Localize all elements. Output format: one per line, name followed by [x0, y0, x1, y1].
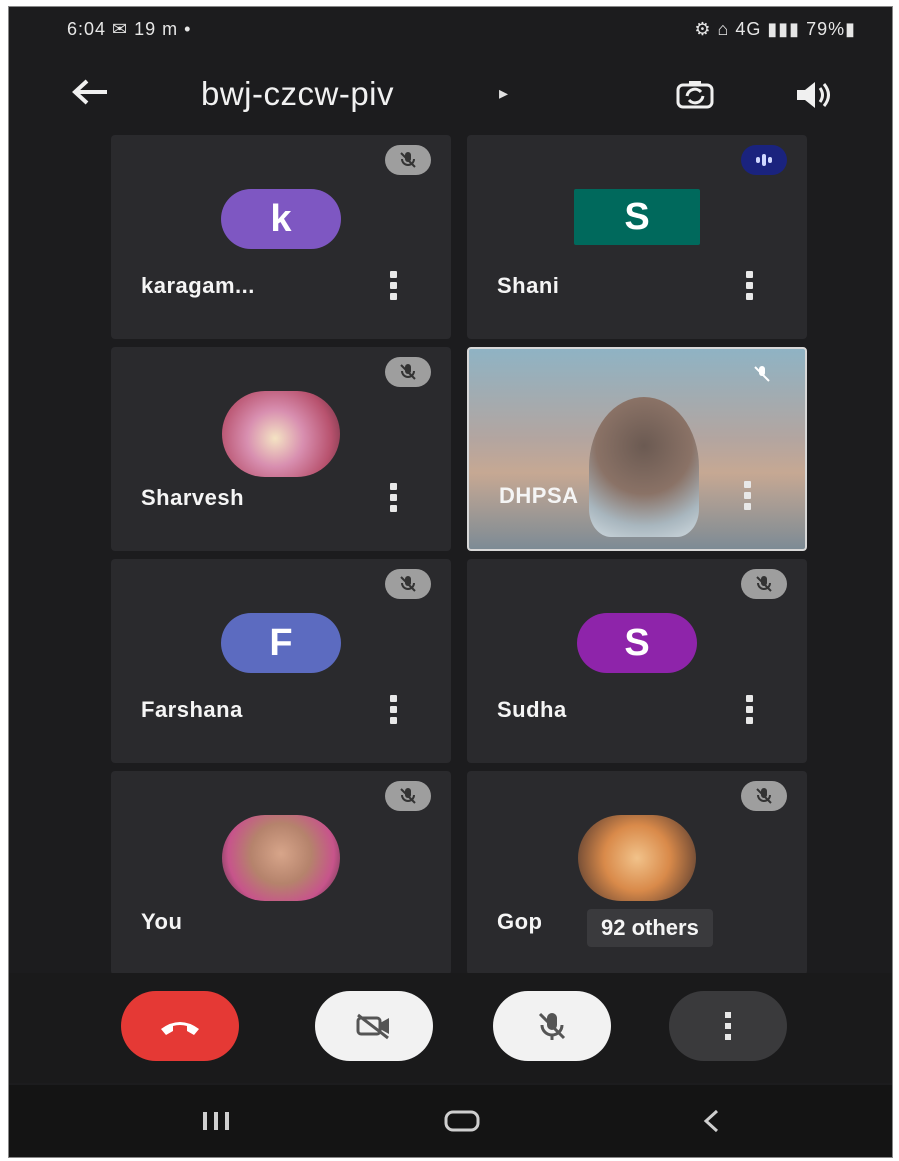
status-indicators: ⚙ ⌂ 4G ▮▮▮ 79%▮	[694, 19, 856, 39]
avatar: S	[574, 189, 700, 245]
mic-muted-icon	[385, 569, 431, 599]
participant-name: You	[141, 909, 183, 934]
system-nav-bar	[9, 1085, 892, 1157]
phone-screen: 6:04 ✉ 19 m • ⚙ ⌂ 4G ▮▮▮ 79%▮ bwj-czcw-p…	[8, 6, 893, 1158]
more-options-icon	[725, 1012, 731, 1040]
mic-muted-icon	[739, 359, 785, 389]
more-vert-icon[interactable]	[383, 477, 403, 517]
participant-name: DHPSA	[499, 483, 579, 508]
speaking-indicator-icon	[741, 145, 787, 175]
more-vert-icon[interactable]	[383, 265, 403, 305]
more-vert-icon[interactable]	[737, 475, 757, 515]
participant-tile-self[interactable]: You	[111, 771, 451, 975]
camera-off-icon	[356, 1013, 389, 1040]
avatar-initial: S	[624, 621, 650, 664]
participant-name: Sudha	[497, 697, 567, 722]
others-count-chip[interactable]: 92 others	[587, 909, 713, 947]
participant-grid: k karagam... S Shani Sharvesh DHPSA F Fa…	[111, 135, 807, 975]
participant-video-feed	[589, 397, 699, 537]
mic-muted-icon	[385, 781, 431, 811]
participant-name: karagam...	[141, 273, 255, 298]
participant-video-tile[interactable]: DHPSA	[467, 347, 807, 551]
mic-toggle-button[interactable]	[493, 991, 611, 1061]
more-vert-icon[interactable]	[739, 689, 759, 729]
status-time: 6:04 ✉ 19 m •	[67, 19, 192, 39]
back-nav-icon[interactable]	[677, 1099, 747, 1143]
avatar-initial: S	[624, 195, 650, 238]
participant-name: Sharvesh	[141, 485, 245, 510]
camera-toggle-button[interactable]	[315, 991, 433, 1061]
mic-muted-icon	[741, 569, 787, 599]
avatar-initial: F	[269, 621, 293, 664]
more-options-button[interactable]	[669, 991, 787, 1061]
profile-photo	[222, 815, 340, 901]
participant-tile[interactable]: S Sudha	[467, 559, 807, 763]
more-vert-icon[interactable]	[739, 265, 759, 305]
meeting-header: bwj-czcw-piv ▸	[9, 63, 892, 129]
participant-tile[interactable]: F Farshana	[111, 559, 451, 763]
participant-tile[interactable]: k karagam...	[111, 135, 451, 339]
participant-tile[interactable]: Gop 92 others	[467, 771, 807, 975]
participant-name: Farshana	[141, 697, 243, 722]
mic-muted-icon	[385, 357, 431, 387]
more-vert-icon[interactable]	[383, 689, 403, 729]
profile-photo	[222, 391, 340, 477]
end-call-button[interactable]	[121, 991, 239, 1061]
mic-muted-icon	[385, 145, 431, 175]
switch-camera-icon[interactable]	[669, 71, 721, 119]
mic-off-icon	[538, 1012, 566, 1040]
mic-muted-icon	[741, 781, 787, 811]
recents-icon[interactable]	[181, 1099, 251, 1143]
caret-icon: ▸	[499, 83, 509, 103]
participant-tile[interactable]: Sharvesh	[111, 347, 451, 551]
call-controls	[9, 973, 892, 1083]
meeting-code[interactable]: bwj-czcw-piv	[201, 75, 394, 113]
end-call-icon	[161, 1022, 199, 1035]
profile-photo	[578, 815, 696, 901]
avatar-initial: k	[270, 197, 292, 240]
avatar: S	[577, 613, 697, 673]
participant-tile[interactable]: S Shani	[467, 135, 807, 339]
participant-name: Gop	[497, 909, 543, 934]
participant-name: Shani	[497, 273, 560, 298]
avatar: F	[221, 613, 341, 673]
speaker-icon[interactable]	[787, 71, 839, 119]
avatar: k	[221, 189, 341, 249]
status-bar: 6:04 ✉ 19 m • ⚙ ⌂ 4G ▮▮▮ 79%▮	[9, 7, 892, 55]
back-arrow-icon[interactable]	[67, 73, 115, 117]
home-icon[interactable]	[427, 1099, 497, 1143]
